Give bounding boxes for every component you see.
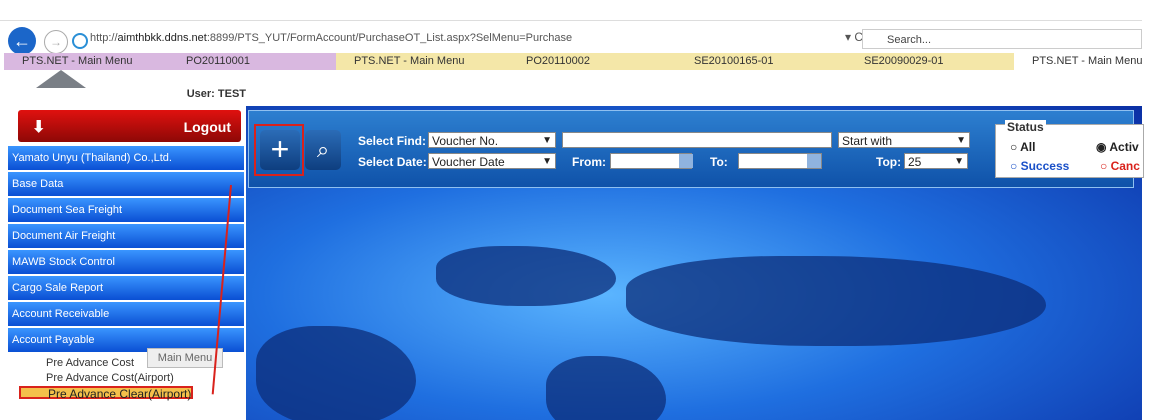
ie-page-icon xyxy=(340,56,350,66)
select-find-dropdown[interactable]: Voucher No. ▼ xyxy=(428,132,556,148)
ie-logo-icon xyxy=(72,33,88,49)
sidebar-item-cargo-sale-report[interactable]: Cargo Sale Report xyxy=(8,276,244,300)
sidebar-item-company[interactable]: Yamato Unyu (Thailand) Co.,Ltd. xyxy=(8,146,244,170)
select-find-value: Voucher No. xyxy=(432,134,499,148)
logout-button[interactable]: ⬇ Logout xyxy=(18,110,241,142)
landmass xyxy=(546,356,666,420)
subitem-pre-advance-cost-airport[interactable]: Pre Advance Cost(Airport) xyxy=(8,371,244,386)
search-button[interactable]: ⌕ xyxy=(305,130,341,170)
find-text-input[interactable] xyxy=(562,132,832,148)
sidebar-item-account-receivable[interactable]: Account Receivable xyxy=(8,302,244,326)
from-label: From: xyxy=(572,155,606,169)
top-count-dropdown[interactable]: 25 ▼ xyxy=(904,153,968,169)
landmass xyxy=(256,326,416,420)
page-icon xyxy=(8,56,18,66)
download-arrow-icon: ⬇ xyxy=(32,119,46,136)
status-success-radio[interactable]: ○ Success xyxy=(1010,159,1069,173)
top-count-value: 25 xyxy=(908,155,922,169)
match-mode-value: Start with xyxy=(842,134,893,148)
main-menu-tooltip: Main Menu xyxy=(147,348,223,368)
to-label: To: xyxy=(710,155,728,169)
user-label: User: TEST xyxy=(186,88,246,100)
tab-label: PTS.NET - Main Menu xyxy=(1032,55,1143,67)
tab-po20110002[interactable]: PO20110002 xyxy=(508,53,690,70)
back-arrow-icon[interactable]: ← xyxy=(8,27,36,55)
tab-label: PO20110002 xyxy=(526,55,591,67)
tab-po20110001[interactable]: PO20110001 xyxy=(168,53,350,70)
chevron-down-icon: ▼ xyxy=(542,135,552,146)
tab-strip: PTS.NET - Main Menu PO20110001 PTS.NET -… xyxy=(0,53,1151,70)
subitem-pre-advance-clear-airport[interactable]: Pre Advance Clear(Airport) xyxy=(19,386,194,401)
chevron-down-icon: ▼ xyxy=(542,156,552,167)
select-date-value: Voucher Date xyxy=(432,155,505,169)
select-date-dropdown[interactable]: Voucher Date ▼ xyxy=(428,153,556,169)
logout-label: Logout xyxy=(183,119,231,135)
tab-se20090029[interactable]: SE20090029-01 xyxy=(846,53,1028,70)
ie-page-icon xyxy=(512,56,522,66)
url-prefix: http:// xyxy=(90,32,118,44)
sidebar-item-document-air-freight[interactable]: Document Air Freight xyxy=(8,224,244,248)
ie-page-icon xyxy=(680,56,690,66)
tab-label: PTS.NET - Main Menu xyxy=(22,55,133,67)
landmass xyxy=(626,256,1046,346)
tab-main-menu-1[interactable]: PTS.NET - Main Menu xyxy=(4,53,184,70)
browser-window: ← → http://aimthbkk.ddns.net:8899/PTS_YU… xyxy=(0,0,1151,420)
chevron-down-icon: ▼ xyxy=(956,135,966,146)
sidebar-item-document-sea-freight[interactable]: Document Sea Freight xyxy=(8,198,244,222)
tab-label: SE20090029-01 xyxy=(864,55,944,67)
select-find-label: Select Find: xyxy=(358,134,427,148)
tab-main-menu-active[interactable]: PTS.NET - Main Menu xyxy=(1014,53,1151,70)
status-all-label: All xyxy=(1020,140,1036,154)
match-mode-dropdown[interactable]: Start with ▼ xyxy=(838,132,970,148)
status-cancel-label: Canc xyxy=(1110,159,1140,173)
refresh-icon[interactable]: ▾ C xyxy=(845,30,863,44)
tab-label: PTS.NET - Main Menu xyxy=(354,55,465,67)
status-active-radio[interactable]: ◉ Activ xyxy=(1096,140,1139,154)
select-date-label: Select Date: xyxy=(358,155,427,169)
calendar-icon[interactable] xyxy=(679,154,693,168)
url-path: :8899/PTS_YUT/FormAccount/PurchaseOT_Lis… xyxy=(206,32,573,44)
status-label: Status xyxy=(1005,120,1046,134)
status-active-label: Activ xyxy=(1109,140,1139,154)
status-success-label: Success xyxy=(1020,159,1070,173)
tab-label: PO20110001 xyxy=(186,55,251,67)
ie-page-icon xyxy=(1018,56,1028,66)
url-field[interactable]: http://aimthbkk.ddns.net:8899/PTS_YUT/Fo… xyxy=(90,32,572,44)
landmass xyxy=(436,246,616,306)
top-label: Top: xyxy=(876,155,902,169)
page-icon xyxy=(172,56,182,66)
calendar-icon[interactable] xyxy=(807,154,821,168)
status-all-radio[interactable]: ○ All xyxy=(1010,140,1035,154)
sidebar-item-base-data[interactable]: Base Data xyxy=(8,172,244,196)
sidebar-item-mawb-stock-control[interactable]: MAWB Stock Control xyxy=(8,250,244,274)
tab-se20100165[interactable]: SE20100165-01 xyxy=(676,53,860,70)
user-header: User: TEST xyxy=(8,70,248,106)
forward-arrow-icon[interactable]: → xyxy=(44,30,68,54)
chevron-down-icon: ▼ xyxy=(954,156,964,167)
url-host: aimthbkk.ddns.net xyxy=(117,32,207,44)
highlight-box xyxy=(254,124,304,176)
browser-search-input[interactable]: Search... xyxy=(862,29,1142,49)
ie-page-icon xyxy=(850,56,860,66)
tab-label: SE20100165-01 xyxy=(694,55,774,67)
tab-main-menu-2[interactable]: PTS.NET - Main Menu xyxy=(336,53,524,70)
status-cancel-radio[interactable]: ○ Canc xyxy=(1100,159,1140,173)
